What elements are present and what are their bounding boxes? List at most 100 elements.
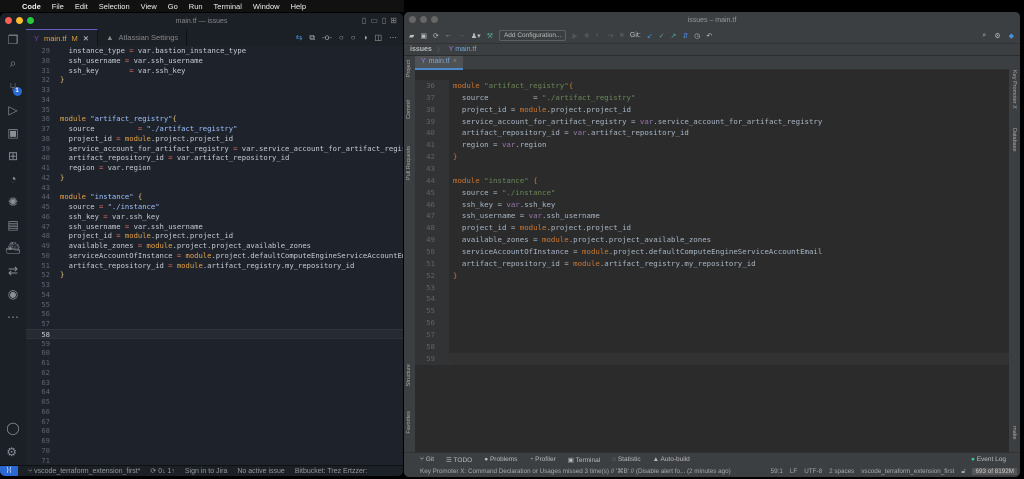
more-icon[interactable]: ⋯ [7,310,19,324]
tool-pull-requests[interactable]: Pull Requests [406,146,412,180]
code-line[interactable]: 53 [26,280,403,290]
code-line[interactable]: 70 [26,446,403,456]
code-line[interactable]: 30 ssh_username = var.ssh_username [26,56,403,66]
add-configuration-button[interactable]: Add Configuration... [498,30,567,41]
code-line[interactable]: 34 [26,95,403,105]
code-line[interactable]: 62 [26,368,403,378]
code-line[interactable]: 69 [26,436,403,446]
menu-run[interactable]: Run [189,2,203,11]
code-line[interactable]: 58 [26,328,403,339]
code-line[interactable]: 66 [26,407,403,417]
run-debug-icon[interactable]: ▷ [8,103,17,117]
profile-icon[interactable]: ◔▾ [606,32,614,40]
account-icon[interactable]: ◯ [6,421,19,435]
code-line[interactable]: 46 ssh_key = var.ssh_key [26,212,403,222]
active-issue[interactable]: No active issue [237,468,284,475]
code-line[interactable]: 45 source = "./instance" [415,186,1009,199]
file-encoding[interactable]: UTF-8 [804,468,822,475]
breadcrumb-project[interactable]: issues [410,46,432,53]
remote-explorer-icon[interactable]: ▣ [7,126,18,140]
blame-icon[interactable]: ◑ [363,33,368,42]
code-line[interactable]: 40 artifact_repository_id = var.artifact… [415,127,1009,140]
more-actions-icon[interactable]: ⋯ [389,33,397,42]
code-editor[interactable]: 29 instance_type = var.bastion_instance_… [26,46,403,465]
coverage-icon[interactable]: ◐ [596,32,600,39]
tab-main-tf[interactable]: Ymain.tf M ✕ [26,29,99,46]
menu-window[interactable]: Window [253,2,280,11]
rollback-icon[interactable]: ↶ [706,32,712,40]
sync-icon[interactable]: ⇆ [296,33,303,42]
tool-auto-build[interactable]: ▲ Auto-build [653,456,690,463]
code-editor[interactable]: 36 module "artifact_registry"{37 source =… [415,80,1009,451]
settings-gear-icon[interactable]: ⚙ [6,445,19,459]
code-line[interactable]: 44 module "instance" { [415,174,1009,187]
remote-icon[interactable]: ⟩⟨ [0,465,18,476]
code-line[interactable]: 61 [26,358,403,368]
code-line[interactable]: 57 [415,329,1009,341]
tool-database[interactable]: Database [1011,128,1017,152]
bitbucket-status[interactable]: Bitbucket: Trez Ertzzer: [295,468,367,475]
kubernetes-icon[interactable]: ✺ [8,195,18,209]
code-line[interactable]: 54 [415,293,1009,306]
code-line[interactable]: 40 artifact_repository_id = var.artifact… [26,153,403,163]
code-line[interactable]: 60 [26,348,403,358]
live-share-icon[interactable]: ⇄ [8,264,18,278]
jira-sign-in[interactable]: Sign in to Jira [185,468,227,475]
code-line[interactable]: 43 [26,183,403,193]
memory-indicator[interactable]: 693 of 8192M [972,468,1017,475]
code-line[interactable]: 67 [26,417,403,427]
user-icon[interactable]: ♟▾ [471,32,481,40]
code-line[interactable]: 63 [26,378,403,388]
compare-icon[interactable]: ⧉ [309,33,315,43]
indent-setting[interactable]: 2 spaces [829,468,854,475]
code-line[interactable]: 29 instance_type = var.bastion_instance_… [26,46,403,56]
code-line[interactable]: 49 available_zones = module.project.proj… [415,234,1009,247]
tool-git[interactable]: ⑂ Git [420,456,434,463]
tool-structure[interactable]: Structure [406,364,412,386]
menu-go[interactable]: Go [168,2,178,11]
explorer-icon[interactable]: ❐ [8,33,19,47]
code-line[interactable]: 51 artifact_repository_id = module.artif… [415,257,1009,270]
code-line[interactable]: 47 ssh_username = var.ssh_username [26,222,403,232]
tool-todo[interactable]: ☰ TODO [446,456,472,464]
code-line[interactable]: 37 source = "./artifact_registry" [26,124,403,134]
code-line[interactable]: 42} [26,173,403,183]
close-tab-icon[interactable]: ✕ [83,34,89,43]
git-update-icon[interactable]: ↙ [647,32,653,40]
prev-change-icon[interactable]: ○ [339,33,344,42]
build-hammer-icon[interactable]: ⚒ [487,32,493,40]
extensions-icon[interactable]: ⊞ [8,149,18,163]
github-icon[interactable]: ◉ [8,287,18,301]
toggle-secondary-sidebar-icon[interactable]: ▯ [382,16,386,25]
code-line[interactable]: 45 source = "./instance" [26,202,403,212]
plugin-icon[interactable]: ◆ [1009,32,1014,40]
code-line[interactable]: 46 ssh_key = var.ssh_key [415,198,1009,211]
code-line[interactable]: 56 [26,309,403,319]
tool-make[interactable]: make [1011,426,1017,439]
zoom-window-button[interactable] [27,17,34,24]
code-line[interactable]: 38 project_id = module.project.project_i… [26,134,403,144]
branch-status[interactable]: ⑂ vscode_terraform_extension_first* [28,468,140,475]
toggle-panel-icon[interactable]: ▭ [370,16,378,25]
code-line[interactable]: 50 serviceAccountOfInstance = module.pro… [415,246,1009,258]
tool-project[interactable]: Project [406,60,412,77]
settings-icon[interactable]: ⚙ [994,32,1000,40]
history-icon[interactable]: ◷ [694,32,700,40]
code-line[interactable]: 51 artifact_repository_id = module.artif… [26,261,403,271]
close-window-button[interactable] [5,17,12,24]
gitlens-icon[interactable]: ◔ [9,172,16,186]
lock-icon[interactable]: 🔓︎ [961,468,965,476]
git-branch[interactable]: vscode_terraform_extension_first [861,468,954,475]
code-line[interactable]: 59 [26,339,403,349]
code-line[interactable]: 68 [26,426,403,436]
commit-icon[interactable]: -o- [322,33,332,42]
code-line[interactable]: 39 service_account_for_artifact_registry… [26,144,403,154]
tool-favorites[interactable]: Favorites [406,411,412,434]
git-merge-icon[interactable]: ⇵ [682,32,688,40]
menu-terminal[interactable]: Terminal [214,2,242,11]
sync-status[interactable]: ⟳ 0↓ 1↑ [150,467,175,475]
tool-terminal[interactable]: ▣ Terminal [568,456,600,464]
search-icon[interactable]: ⌕ [10,56,17,71]
code-line[interactable]: 58 [415,340,1009,353]
git-commit-icon[interactable]: ✓ [659,32,665,40]
